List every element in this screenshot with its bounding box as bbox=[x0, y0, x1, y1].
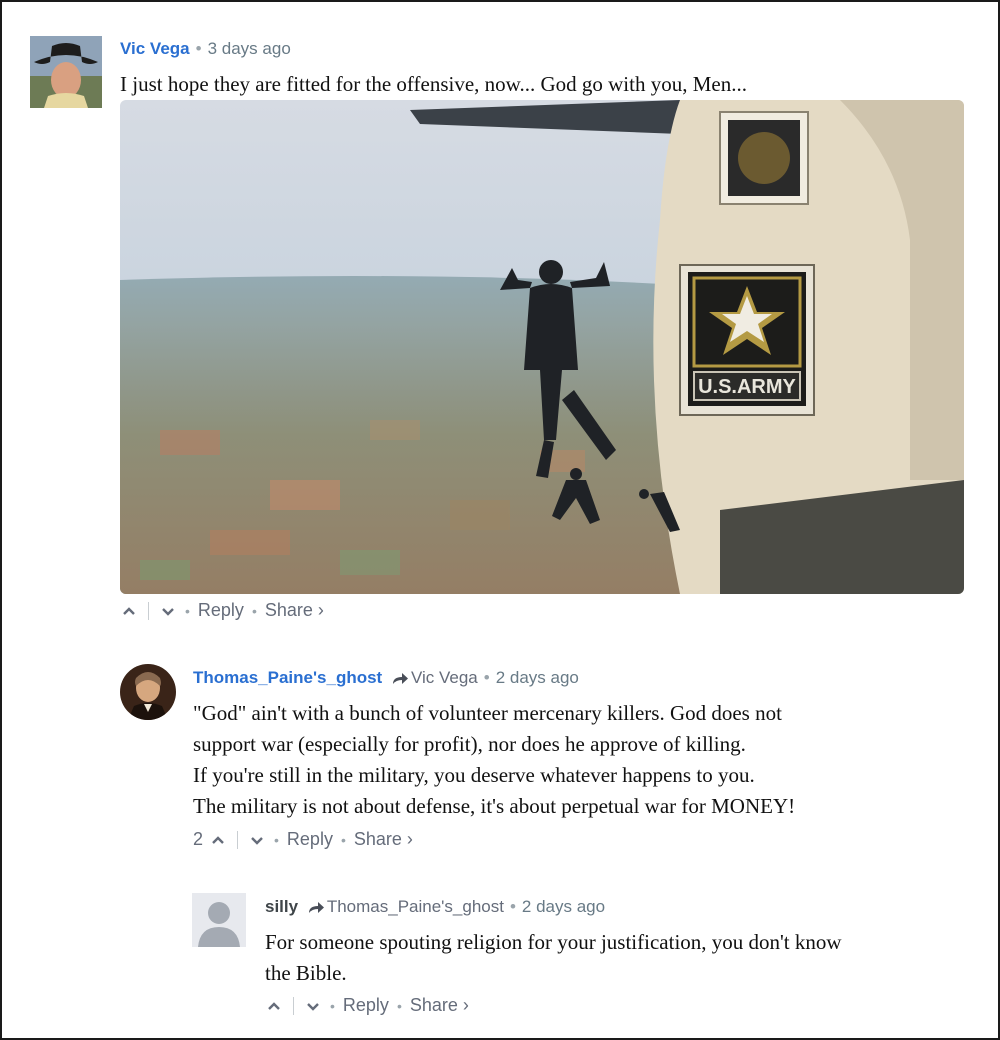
comment-meta: Vic Vega • 3 days ago bbox=[120, 39, 291, 59]
avatar[interactable] bbox=[30, 36, 102, 108]
vote-controls bbox=[265, 996, 322, 1015]
upvote-icon[interactable] bbox=[265, 997, 283, 1015]
upvote-icon[interactable] bbox=[209, 831, 227, 849]
reply-button[interactable]: Reply bbox=[343, 995, 389, 1016]
default-avatar-icon[interactable] bbox=[192, 893, 246, 947]
comment-meta: Thomas_Paine's_ghost Vic Vega • 2 days ago bbox=[193, 668, 579, 688]
timestamp[interactable]: 2 days ago bbox=[522, 897, 605, 916]
action-separator: • bbox=[274, 831, 279, 848]
timestamp[interactable]: 3 days ago bbox=[208, 39, 291, 58]
action-separator: • bbox=[185, 602, 190, 619]
share-button[interactable]: Share › bbox=[354, 829, 413, 850]
reply-arrow-icon bbox=[392, 672, 408, 684]
comment-meta: silly Thomas_Paine's_ghost • 2 days ago bbox=[265, 897, 605, 917]
comment-body: For someone spouting religion for your j… bbox=[265, 927, 980, 989]
comment-actions: • Reply • Share › bbox=[265, 995, 469, 1016]
author-name[interactable]: Thomas_Paine's_ghost bbox=[193, 668, 382, 687]
share-button[interactable]: Share › bbox=[410, 995, 469, 1016]
comment-body: "God" ain't with a bunch of volunteer me… bbox=[193, 698, 973, 822]
timestamp[interactable]: 2 days ago bbox=[496, 668, 579, 687]
reply-button[interactable]: Reply bbox=[287, 829, 333, 850]
meta-separator: • bbox=[509, 897, 516, 916]
vote-separator bbox=[237, 830, 239, 849]
avatar[interactable] bbox=[120, 664, 176, 720]
author-name[interactable]: Vic Vega bbox=[120, 39, 190, 58]
comment-text-line: For someone spouting religion for your j… bbox=[265, 930, 842, 954]
share-button[interactable]: Share › bbox=[265, 600, 324, 621]
comment-text: I just hope they are fitted for the offe… bbox=[120, 72, 747, 96]
comment-body: I just hope they are fitted for the offe… bbox=[120, 69, 980, 100]
action-separator: • bbox=[330, 997, 335, 1014]
vote-separator bbox=[293, 996, 294, 1015]
comment-actions: • Reply • Share › bbox=[120, 600, 324, 621]
downvote-icon[interactable] bbox=[304, 997, 322, 1015]
action-separator: • bbox=[251, 602, 257, 619]
comment-text-line: The military is not about defense, it's … bbox=[193, 794, 796, 818]
downvote-icon[interactable] bbox=[248, 831, 266, 849]
vote-controls bbox=[209, 830, 266, 849]
army-badge-label: U.S.ARMY bbox=[698, 376, 796, 398]
upvote-icon[interactable] bbox=[120, 602, 138, 620]
comment-image[interactable]: U.S.ARMY bbox=[120, 100, 964, 594]
upvote-count: 2 bbox=[193, 829, 204, 849]
reply-button[interactable]: Reply bbox=[198, 600, 244, 621]
author-name[interactable]: silly bbox=[265, 897, 298, 916]
comment-text-line: the Bible. bbox=[265, 961, 347, 985]
comment-text-line: support war (especially for profit), nor… bbox=[193, 732, 746, 756]
parent-author[interactable]: Vic Vega bbox=[411, 668, 478, 687]
action-separator: • bbox=[340, 831, 346, 848]
meta-separator: • bbox=[483, 668, 490, 687]
downvote-icon[interactable] bbox=[159, 602, 177, 620]
comment-text-line: If you're still in the military, you des… bbox=[193, 763, 755, 787]
action-separator: • bbox=[396, 997, 402, 1014]
vote-separator bbox=[148, 601, 149, 620]
comment-actions: 2 • Reply • Share › bbox=[193, 829, 413, 850]
meta-separator: • bbox=[195, 39, 202, 58]
vote-controls bbox=[120, 601, 177, 620]
comment-text-line: "God" ain't with a bunch of volunteer me… bbox=[193, 701, 782, 725]
parent-author[interactable]: Thomas_Paine's_ghost bbox=[327, 897, 504, 916]
reply-arrow-icon bbox=[308, 901, 324, 913]
